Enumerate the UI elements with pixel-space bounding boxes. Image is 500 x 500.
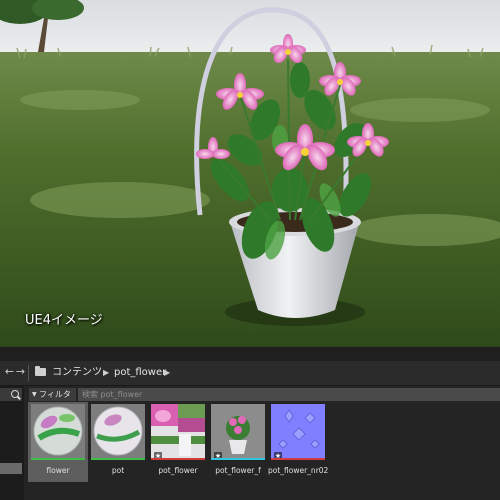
panel-divider [0, 347, 500, 361]
asset-type-bar [31, 458, 85, 460]
folder-icon[interactable] [35, 366, 46, 376]
breadcrumb-pot-flower[interactable]: pot_flower [114, 366, 166, 379]
asset-type-bar [151, 458, 205, 460]
chevron-right-icon[interactable]: ▶ [164, 366, 170, 379]
asset-thumbnail [91, 404, 145, 458]
dropdown-icon: ▼ [32, 391, 37, 398]
filter-button[interactable]: ▼ フィルタ [29, 388, 76, 401]
filter-label: フィルタ [39, 390, 71, 399]
asset-thumbnail: ★ [271, 404, 325, 458]
viewport-caption: UE4イメージ [25, 313, 103, 328]
asset-name: pot_flower_f [215, 466, 261, 475]
asset-tile-pot-flower-f[interactable]: ★ pot_flower_f [208, 402, 268, 482]
viewport-scene [0, 0, 500, 347]
normal-map-thumbnail [271, 404, 325, 458]
search-icon [11, 390, 19, 398]
content-browser-navbar: ← → コンテンツ ▶ pot_flower ▶ [0, 361, 500, 386]
material-sphere-thumbnail [91, 404, 145, 458]
asset-type-bar [211, 458, 265, 460]
asset-thumbnail: ★ [211, 404, 265, 458]
chevron-right-icon[interactable]: ▶ [103, 366, 109, 379]
asset-name: flower [46, 466, 70, 475]
breadcrumb-content[interactable]: コンテンツ [52, 366, 102, 379]
material-sphere-thumbnail [31, 404, 85, 458]
arrow-right-icon[interactable]: → [15, 365, 26, 379]
asset-tile-pot-flower-nr02[interactable]: ★ pot_flower_nr02 [268, 402, 328, 482]
asset-name: pot_flower_nr02 [268, 466, 328, 475]
asset-thumbnail: ★ [151, 404, 205, 458]
sources-selected-folder[interactable] [0, 463, 22, 474]
texture-thumbnail [151, 404, 205, 458]
asset-type-bar [271, 458, 325, 460]
arrow-left-icon[interactable]: ← [4, 365, 15, 379]
asset-tile-pot-flower[interactable]: ★ pot_flower [148, 402, 208, 482]
sources-search[interactable] [0, 388, 22, 401]
asset-name: pot_flower [158, 466, 198, 475]
sources-panel [0, 386, 24, 500]
asset-name: pot [111, 466, 125, 475]
asset-tile-pot[interactable]: pot [88, 402, 148, 482]
nav-separator [28, 365, 29, 381]
asset-thumbnail [31, 404, 85, 458]
viewport-3d[interactable]: UE4イメージ [0, 0, 500, 347]
asset-grid: flower pot ★ pot_flower ★ pot_flower_f ★… [26, 402, 500, 500]
asset-type-bar [91, 458, 145, 460]
asset-tile-flower[interactable]: flower [28, 402, 88, 482]
mesh-thumbnail [211, 404, 265, 458]
asset-search-input[interactable] [78, 388, 500, 401]
